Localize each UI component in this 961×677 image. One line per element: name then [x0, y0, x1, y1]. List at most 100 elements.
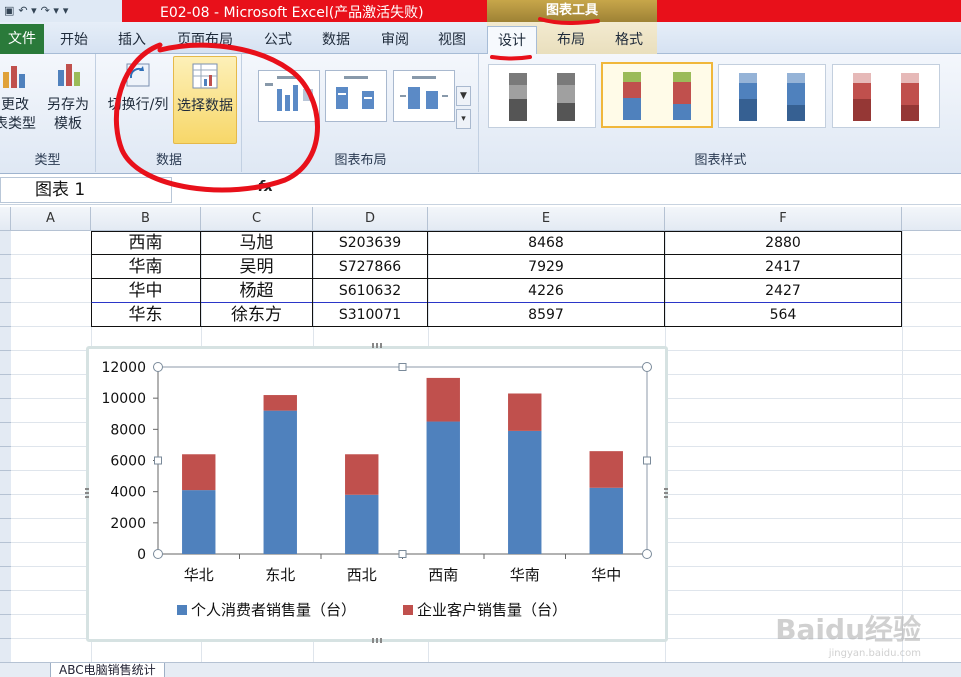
- legend-label: 个人消费者销售量（台）: [191, 601, 356, 619]
- row-header[interactable]: [0, 447, 11, 471]
- table-cell[interactable]: 杨超: [201, 279, 313, 303]
- tab-design[interactable]: 设计: [487, 26, 537, 54]
- chart-resize-handle-bottom[interactable]: [372, 638, 384, 643]
- table-cell[interactable]: 564: [665, 303, 902, 327]
- row-header[interactable]: [0, 303, 11, 327]
- tab-data[interactable]: 数据: [322, 29, 350, 49]
- table-cell[interactable]: 徐东方: [201, 303, 313, 327]
- undo-icon[interactable]: ↶ ▾: [18, 1, 36, 21]
- insert-function-icon[interactable]: fx: [258, 179, 273, 195]
- table-cell[interactable]: 华东: [91, 303, 201, 327]
- row-header[interactable]: [0, 591, 11, 615]
- row-header[interactable]: [0, 399, 11, 423]
- table-cell[interactable]: 吴明: [201, 255, 313, 279]
- layout-gallery-down-button[interactable]: ▼: [456, 86, 471, 106]
- style-1-icon: [509, 73, 575, 121]
- chart-tools-context-label: 图表工具: [487, 0, 657, 22]
- table-cell[interactable]: 7929: [428, 255, 665, 279]
- chart-resize-handle-right[interactable]: [664, 486, 668, 498]
- redo-icon[interactable]: ↷ ▾: [41, 1, 59, 21]
- baidu-watermark: Baidu经验 jingyan.baidu.com: [775, 613, 921, 659]
- tab-insert[interactable]: 插入: [118, 29, 146, 49]
- row-header[interactable]: [0, 351, 11, 375]
- style-4-icon: [853, 73, 919, 121]
- table-cell[interactable]: S610632: [313, 279, 428, 303]
- switch-row-column-icon: [126, 63, 150, 87]
- tab-formulas[interactable]: 公式: [264, 29, 292, 49]
- row-header[interactable]: [0, 567, 11, 591]
- column-header-d[interactable]: D: [313, 207, 428, 231]
- table-cell[interactable]: 马旭: [201, 231, 313, 255]
- row-header[interactable]: [0, 375, 11, 399]
- chart-object[interactable]: 0 2000 4000 6000 8000 10000 12000 华北 东北 西北 西南 华南 华中个…: [86, 346, 668, 642]
- save-icon[interactable]: ▣: [4, 1, 14, 21]
- chart-style-thumb-1[interactable]: [488, 64, 596, 128]
- row-header[interactable]: [0, 423, 11, 447]
- y-tick-label: 6000: [110, 454, 146, 470]
- row-header[interactable]: [0, 231, 11, 255]
- column-header-a[interactable]: A: [11, 207, 91, 231]
- row-header[interactable]: [0, 543, 11, 567]
- layout-3-icon: [400, 76, 448, 109]
- y-tick-label: 0: [137, 547, 146, 563]
- chart-styles-group-label: 图表样式: [694, 153, 747, 168]
- name-box[interactable]: 图表 1: [0, 177, 172, 203]
- select-all-corner[interactable]: [0, 207, 11, 231]
- plot-area: [157, 366, 648, 555]
- chart-layout-thumb-3[interactable]: [393, 70, 455, 122]
- column-header-c[interactable]: C: [201, 207, 313, 231]
- chart-style-thumb-4[interactable]: [832, 64, 940, 128]
- select-data-button[interactable]: 选择数据: [173, 56, 237, 144]
- chart-resize-handle-left[interactable]: [85, 486, 89, 498]
- chart-style-thumb-3[interactable]: [718, 64, 826, 128]
- row-header[interactable]: [0, 327, 11, 351]
- chart-style-thumb-2[interactable]: [601, 62, 713, 128]
- bar: [263, 395, 297, 411]
- data-group: 切换行/列 选择数据 数据: [97, 54, 242, 172]
- customize-qat-icon[interactable]: ▾: [63, 1, 69, 21]
- chart-layout-thumb-1[interactable]: [258, 70, 320, 122]
- table-cell[interactable]: 西南: [91, 231, 201, 255]
- row-header[interactable]: [0, 519, 11, 543]
- row-header[interactable]: [0, 279, 11, 303]
- row-header[interactable]: [0, 615, 11, 639]
- chart-layout-thumb-2[interactable]: [325, 70, 387, 122]
- table-cell[interactable]: S310071: [313, 303, 428, 327]
- table-cell[interactable]: S727866: [313, 255, 428, 279]
- y-tick-label: 2000: [110, 516, 146, 532]
- table-cell[interactable]: 8597: [428, 303, 665, 327]
- table-cell[interactable]: 8468: [428, 231, 665, 255]
- layout-gallery-more-button[interactable]: ▾: [456, 109, 471, 129]
- row-header[interactable]: [0, 255, 11, 279]
- change-chart-type-button[interactable]: 更改 表类型: [0, 60, 36, 134]
- row-header[interactable]: [0, 495, 11, 519]
- table-cell[interactable]: 4226: [428, 279, 665, 303]
- chart-styles-group: 图表样式: [480, 54, 961, 172]
- save-as-template-button[interactable]: 另存为 模板: [44, 60, 92, 134]
- table-cell[interactable]: 2417: [665, 255, 902, 279]
- chart-type-icon: [3, 66, 25, 88]
- tab-home[interactable]: 开始: [60, 29, 88, 49]
- bar: [345, 454, 379, 495]
- row-header[interactable]: [0, 471, 11, 495]
- chart-resize-handle-top[interactable]: [372, 343, 384, 348]
- column-header-e[interactable]: E: [428, 207, 665, 231]
- table-cell[interactable]: S203639: [313, 231, 428, 255]
- table-cell[interactable]: 华中: [91, 279, 201, 303]
- tab-view[interactable]: 视图: [438, 29, 466, 49]
- tab-format[interactable]: 格式: [615, 29, 643, 49]
- sheet-tab-sales[interactable]: ABC电脑销售统计: [50, 663, 165, 677]
- column-header-b[interactable]: B: [91, 207, 201, 231]
- tab-page-layout[interactable]: 页面布局: [177, 29, 233, 49]
- tab-file[interactable]: 文件: [0, 24, 44, 54]
- row-header[interactable]: [0, 639, 11, 663]
- tab-review[interactable]: 审阅: [381, 29, 409, 49]
- switch-row-column-button[interactable]: 切换行/列: [103, 60, 173, 115]
- table-cell[interactable]: 2427: [665, 279, 902, 303]
- table-cell[interactable]: 华南: [91, 255, 201, 279]
- table-cell[interactable]: 2880: [665, 231, 902, 255]
- tab-layout[interactable]: 布局: [557, 29, 585, 49]
- column-header-g[interactable]: [902, 207, 961, 231]
- plot-area-handle-side: [643, 456, 651, 465]
- column-header-f[interactable]: F: [665, 207, 902, 231]
